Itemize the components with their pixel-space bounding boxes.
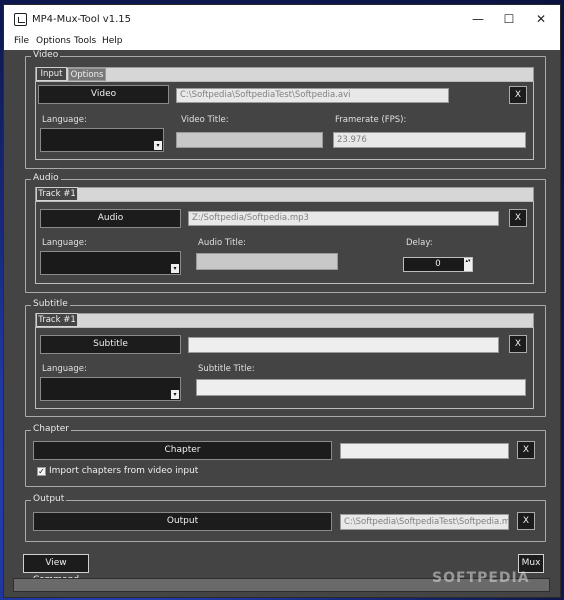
video-button[interactable]: Video <box>38 85 169 104</box>
menu-bar: File Options Tools Help <box>4 34 560 50</box>
chapter-group-title: Chapter <box>31 424 71 434</box>
video-remove-button[interactable]: X <box>509 86 527 104</box>
video-language-label: Language: <box>42 115 87 125</box>
chapter-path-field[interactable] <box>340 443 509 459</box>
main-window: MP4-Mux-Tool v1.15 — ☐ ✕ File Options To… <box>3 4 561 598</box>
subtitle-tabstrip <box>35 313 534 328</box>
subtitle-title-label: Subtitle Title: <box>198 364 255 374</box>
import-chapters-label: Import chapters from video input <box>49 466 199 476</box>
import-chapters-checkbox[interactable]: ✓ <box>37 467 46 476</box>
video-group-title: Video <box>31 50 61 60</box>
menu-tools[interactable]: Tools <box>74 36 96 46</box>
audio-title-field[interactable] <box>196 253 338 270</box>
menu-options[interactable]: Options <box>36 36 71 46</box>
audio-group-title: Audio <box>31 173 61 183</box>
app-icon <box>14 13 27 26</box>
output-path-field[interactable]: C:\Softpedia\SoftpediaTest\Softpedia.mux… <box>340 514 509 530</box>
subtitle-tab-track1[interactable]: Track #1 <box>36 313 78 326</box>
video-language-dropdown[interactable]: ▾ <box>40 128 164 152</box>
chapter-remove-button[interactable]: X <box>517 441 535 459</box>
subtitle-remove-button[interactable]: X <box>509 335 527 353</box>
audio-title-label: Audio Title: <box>198 238 246 248</box>
subtitle-title-field[interactable] <box>196 379 526 396</box>
window-title: MP4-Mux-Tool v1.15 <box>32 14 131 25</box>
audio-path-field[interactable]: Z:/Softpedia/Softpedia.mp3 <box>188 211 499 226</box>
video-title-label: Video Title: <box>181 115 229 125</box>
chevron-down-icon: ▾ <box>171 264 179 273</box>
framerate-field[interactable]: 23.976 <box>333 132 526 148</box>
chapter-button[interactable]: Chapter <box>33 441 332 460</box>
minimize-button[interactable]: — <box>461 5 495 34</box>
spin-arrows-icon[interactable]: ▴▾ <box>464 258 472 271</box>
delay-value: 0 <box>435 259 441 269</box>
subtitle-language-dropdown[interactable]: ▾ <box>40 377 181 401</box>
output-group-title: Output <box>31 494 67 504</box>
title-bar[interactable]: MP4-Mux-Tool v1.15 — ☐ ✕ <box>4 5 560 34</box>
framerate-label: Framerate (FPS): <box>335 115 407 125</box>
subtitle-language-label: Language: <box>42 364 87 374</box>
menu-help[interactable]: Help <box>102 36 123 46</box>
tab-input[interactable]: Input <box>36 67 67 80</box>
audio-language-label: Language: <box>42 238 87 248</box>
output-button[interactable]: Output <box>33 512 332 531</box>
audio-tab-track1[interactable]: Track #1 <box>36 187 78 200</box>
output-remove-button[interactable]: X <box>517 512 535 530</box>
delay-label: Delay: <box>406 238 433 248</box>
view-command-button[interactable]: View Command <box>23 554 89 585</box>
delay-spinner[interactable]: 0 ▴▾ <box>403 257 473 272</box>
video-path-field[interactable]: C:\Softpedia\SoftpediaTest\Softpedia.avi <box>176 88 449 103</box>
subtitle-button[interactable]: Subtitle <box>40 335 181 354</box>
chevron-down-icon: ▾ <box>171 390 179 399</box>
subtitle-group-title: Subtitle <box>31 299 70 309</box>
audio-tabstrip <box>35 187 534 202</box>
audio-button[interactable]: Audio <box>40 209 181 228</box>
maximize-button[interactable]: ☐ <box>492 5 526 34</box>
video-tabstrip <box>35 67 534 82</box>
subtitle-path-field[interactable] <box>188 337 499 353</box>
menu-file[interactable]: File <box>14 36 29 46</box>
close-button[interactable]: ✕ <box>524 5 558 34</box>
chevron-down-icon: ▾ <box>154 141 162 150</box>
video-title-field[interactable] <box>176 132 323 148</box>
audio-language-dropdown[interactable]: ▾ <box>40 251 181 275</box>
watermark: SOFTPEDIA <box>432 570 530 586</box>
tab-options[interactable]: Options <box>68 68 106 81</box>
audio-remove-button[interactable]: X <box>509 209 527 227</box>
